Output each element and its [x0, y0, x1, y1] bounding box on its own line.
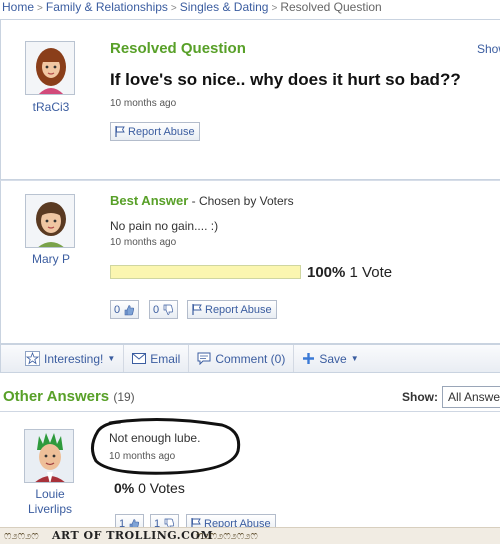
- other-answerer-name-line2: Liverlips: [27, 502, 72, 516]
- plus-icon: [303, 353, 315, 364]
- other-answer-vote-count: 0 Votes: [138, 480, 185, 496]
- interesting-label: Interesting!: [44, 351, 104, 366]
- other-answer-time: 10 months ago: [109, 451, 176, 462]
- email-icon: [132, 353, 147, 364]
- swirl-ornament: ෆ೨ෆ೨ෆ೨ෆ೨ෆ: [196, 530, 258, 542]
- star-icon: [25, 351, 40, 366]
- question-title: If love's so nice.. why does it hurt so …: [110, 70, 461, 89]
- email-label: Email: [150, 351, 181, 366]
- flag-icon: [115, 126, 125, 137]
- chosen-by-label: - Chosen by Voters: [191, 194, 294, 208]
- chevron-down-icon: ▼: [350, 354, 359, 363]
- report-abuse-button[interactable]: Report Abuse: [110, 122, 200, 141]
- thumbs-down-icon: [163, 304, 174, 315]
- breadcrumb-separator: >: [271, 3, 278, 14]
- vote-count: 1 Vote: [349, 264, 393, 281]
- breadcrumb-current: Resolved Question: [280, 0, 382, 14]
- thumbs-up-button[interactable]: 0: [110, 300, 140, 319]
- other-answerer-name-line1: Louie: [35, 487, 65, 501]
- thumbs-up-count: 0: [114, 303, 121, 316]
- save-button[interactable]: Save ▼: [294, 345, 366, 372]
- other-answers-count: (19): [113, 390, 135, 404]
- vote-bar-fill: [111, 266, 300, 278]
- best-answer-label: Best Answer: [110, 193, 189, 208]
- show-filter-select[interactable]: All Answers: [442, 386, 500, 408]
- email-button[interactable]: Email: [124, 345, 190, 372]
- answerer-avatar[interactable]: [25, 194, 75, 248]
- report-abuse-label: Report Abuse: [205, 303, 272, 316]
- asker-name[interactable]: tRaCi3: [23, 100, 79, 114]
- breadcrumb-separator: >: [37, 3, 43, 14]
- interesting-button[interactable]: Interesting! ▼: [1, 345, 125, 372]
- report-abuse-label: Report Abuse: [128, 125, 195, 138]
- report-abuse-button[interactable]: Report Abuse: [187, 300, 277, 319]
- best-answer-panel: Mary P Best Answer - Chosen by Voters No…: [0, 180, 500, 344]
- comment-icon: [197, 352, 211, 365]
- best-answer-time: 10 months ago: [110, 237, 177, 248]
- breadcrumb-family[interactable]: Family & Relationships: [46, 0, 168, 14]
- question-time: 10 months ago: [110, 98, 177, 109]
- chevron-down-icon: ▼: [107, 354, 116, 363]
- question-panel: tRaCi3 Resolved Question Show If love's …: [0, 19, 500, 180]
- other-answerer-name[interactable]: Louie Liverlips: [22, 487, 78, 517]
- handdrawn-circle: [91, 417, 241, 475]
- vote-percent: 100%: [307, 264, 346, 281]
- other-answer-percent: 0%: [114, 480, 135, 496]
- other-answerer-avatar[interactable]: [24, 429, 74, 483]
- vote-result: 100% 1 Vote: [307, 264, 392, 281]
- breadcrumb-separator: >: [170, 3, 177, 14]
- thumbs-up-icon: [124, 304, 135, 315]
- breadcrumb: Home > Family & Relationships > Singles & Da…: [2, 0, 382, 14]
- section-divider: [0, 411, 500, 412]
- show-link[interactable]: Show: [477, 42, 500, 56]
- watermark-text: ART OF TROLLING.COM: [52, 529, 214, 542]
- best-answer-text: No pain no gain.... :): [110, 219, 219, 233]
- thumbs-down-button[interactable]: 0: [149, 300, 179, 319]
- breadcrumb-home[interactable]: Home: [2, 0, 34, 14]
- show-filter-label: Show:: [402, 390, 438, 404]
- other-answers-label: Other Answers: [3, 388, 110, 405]
- asker-avatar[interactable]: [25, 41, 75, 95]
- action-toolbar: Interesting! ▼ Email Comment (0) Save ▼: [0, 344, 500, 373]
- best-answer-heading: Best Answer - Chosen by Voters: [110, 193, 294, 208]
- breadcrumb-singles[interactable]: Singles & Dating: [180, 0, 269, 14]
- answerer-name[interactable]: Mary P: [23, 252, 79, 266]
- other-answers-heading: Other Answers (19): [3, 388, 135, 405]
- comment-label: Comment (0): [215, 351, 286, 366]
- resolved-question-label: Resolved Question: [110, 40, 246, 57]
- watermark-footer: ෆ೨ෆ೨ෆ ART OF TROLLING.COM ෆ೨ෆ೨ෆ೨ෆ೨ෆ: [0, 527, 500, 544]
- other-answer-text: Not enough lube.: [109, 431, 201, 445]
- save-label: Save: [319, 351, 347, 366]
- comment-button[interactable]: Comment (0): [189, 345, 295, 372]
- flag-icon: [192, 304, 202, 315]
- vote-bar: [110, 265, 301, 279]
- other-answer-votes: 0% 0 Votes: [114, 480, 185, 496]
- thumbs-down-count: 0: [153, 303, 160, 316]
- swirl-ornament: ෆ೨ෆ೨ෆ: [4, 530, 39, 542]
